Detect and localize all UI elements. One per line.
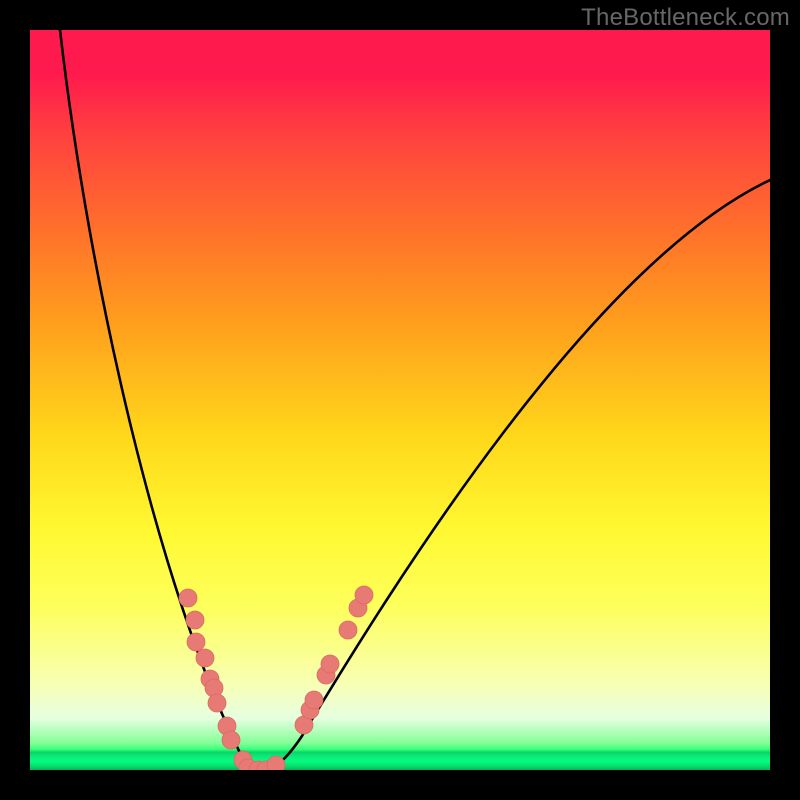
data-point <box>186 611 204 629</box>
data-point <box>355 586 373 604</box>
data-point <box>305 691 323 709</box>
data-point <box>196 649 214 667</box>
left-curve <box>60 30 262 770</box>
outer-frame: TheBottleneck.com <box>0 0 800 800</box>
watermark-text: TheBottleneck.com <box>581 4 790 32</box>
data-point <box>339 621 357 639</box>
curve-group <box>60 30 770 770</box>
plot-area <box>30 30 770 770</box>
data-point <box>267 756 285 770</box>
data-points <box>179 586 373 770</box>
data-point <box>208 694 226 712</box>
right-curve <box>262 180 770 770</box>
data-point <box>222 731 240 749</box>
chart-svg <box>30 30 770 770</box>
data-point <box>187 633 205 651</box>
data-point <box>179 589 197 607</box>
data-point <box>321 655 339 673</box>
